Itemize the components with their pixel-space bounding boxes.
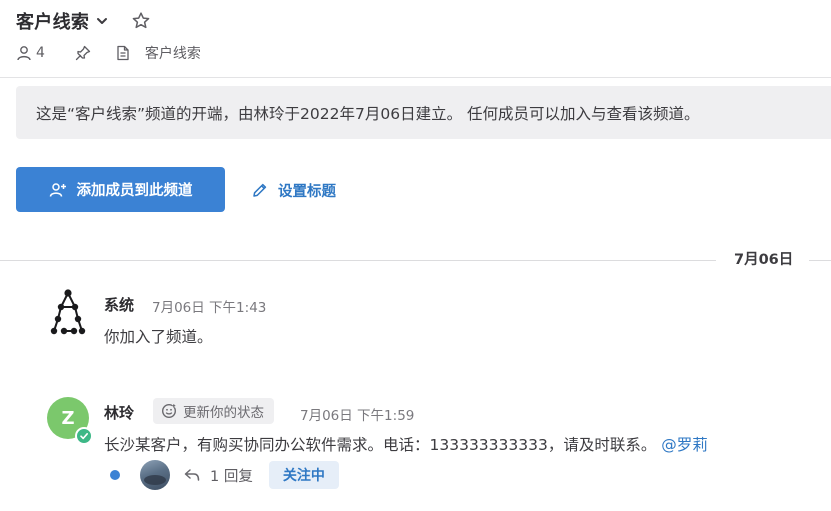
- channel-title-row: 客户线索: [16, 8, 151, 34]
- channel-intro: 这是“客户线索”频道的开端，由林玲于2022年7月06日建立。 任何成员可以加入…: [16, 86, 831, 139]
- member-icon[interactable]: [16, 45, 32, 61]
- post-message: 你加入了频道。: [104, 328, 213, 346]
- chevron-down-icon[interactable]: [95, 14, 109, 28]
- participant-avatar[interactable]: [140, 460, 170, 490]
- add-members-button[interactable]: 添加成员到此频道: [16, 167, 225, 212]
- add-members-label: 添加成员到此频道: [76, 183, 193, 199]
- online-status-icon: [75, 427, 93, 445]
- channel-intro-text: 这是“客户线索”频道的开端，由林玲于2022年7月06日建立。 任何成员可以加入…: [36, 104, 700, 123]
- post-message-text: 长沙某客户，有购买协同办公软件需求。电话：133333333333，请及时联系。: [104, 436, 657, 454]
- reply-count-label: 1 回复: [210, 468, 253, 485]
- following-button[interactable]: 关注中: [268, 461, 339, 489]
- thread-footer: 1 回复 关注中: [110, 460, 339, 490]
- post-time[interactable]: 7月06日 下午1:43: [152, 296, 266, 316]
- user-mention[interactable]: @罗莉: [661, 436, 708, 454]
- star-icon[interactable]: [131, 11, 151, 31]
- add-member-icon: [49, 182, 67, 198]
- unread-dot-icon: [110, 470, 120, 480]
- channel-meta-row: 4 客户线索: [16, 42, 201, 64]
- update-status-label: 更新你的状态: [183, 405, 264, 421]
- set-header-button[interactable]: 设置标题: [252, 178, 336, 202]
- update-status-button[interactable]: 更新你的状态: [153, 398, 274, 424]
- channel-title[interactable]: 客户线索: [16, 8, 89, 34]
- date-separator-line: [0, 260, 831, 261]
- post-message: 长沙某客户，有购买协同办公软件需求。电话：133333333333，请及时联系。…: [104, 433, 708, 455]
- reply-count-button[interactable]: 1 回复: [184, 465, 253, 486]
- avatar-initial: Z: [61, 407, 75, 429]
- document-icon: [115, 45, 131, 61]
- system-bot-icon: [48, 288, 88, 336]
- member-count[interactable]: 4: [36, 45, 45, 61]
- pin-icon[interactable]: [75, 45, 91, 61]
- channel-purpose: 客户线索: [144, 46, 201, 62]
- smiley-icon: [161, 403, 177, 419]
- set-header-label: 设置标题: [278, 183, 336, 200]
- date-separator: 7月06日: [716, 248, 810, 272]
- reply-arrow-icon: [184, 468, 200, 482]
- post-author[interactable]: 林玲: [104, 402, 134, 423]
- post-author[interactable]: 系统: [104, 294, 134, 315]
- post-time[interactable]: 7月06日 下午1:59: [300, 404, 414, 424]
- pencil-icon: [252, 182, 268, 198]
- channel-header: 客户线索 4 客户线索: [0, 0, 831, 78]
